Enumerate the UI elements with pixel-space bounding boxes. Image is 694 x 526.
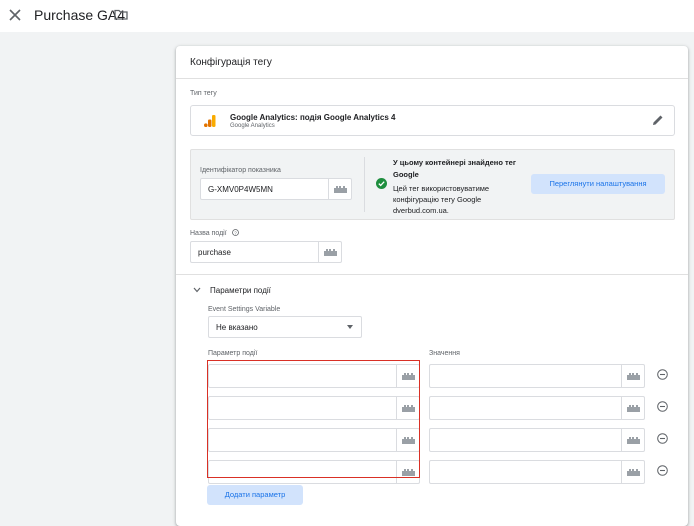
tag-type-name: Google Analytics: подія Google Analytics… [230,113,396,122]
divider [364,157,365,212]
param-value-field[interactable] [429,460,645,484]
card-title: Конфігурація тегу [190,57,272,68]
remove-row-icon[interactable] [657,433,668,444]
folder-icon[interactable] [114,9,128,20]
google-analytics-icon [204,115,216,127]
variable-icon [627,373,640,380]
dropdown-arrow-icon [347,325,353,329]
param-value-field[interactable] [429,364,645,388]
variable-picker-button[interactable] [318,242,341,262]
remove-row-icon[interactable] [657,465,668,476]
value-column-header: Значення [429,350,460,357]
tag-configuration-card: Конфігурація тегу Тип тегу Google Analyt… [176,46,688,526]
event-name-label: Назва події [190,230,227,237]
param-column-header: Параметр події [208,350,258,357]
variable-icon [324,249,337,256]
remove-row-icon[interactable] [657,369,668,380]
google-tag-found-description: Цей тег використовуватиме конфігурацію т… [393,184,490,215]
param-value-field[interactable] [429,428,645,452]
measurement-id-field[interactable]: G-XMV0P4W5MN [200,178,352,200]
variable-picker-button[interactable] [621,365,644,387]
variable-picker-button[interactable] [621,461,644,483]
event-parameters-title[interactable]: Параметри події [210,286,271,295]
page-title[interactable]: Purchase GA4 [34,7,125,23]
chevron-down-icon[interactable] [193,287,201,293]
event-settings-variable-value: Не вказано [216,323,258,332]
divider [176,274,688,275]
variable-icon [334,186,347,193]
svg-text:?: ? [234,230,237,235]
variable-picker-button[interactable] [621,397,644,419]
google-tag-found-title: У цьому контейнері знайдено тег Google [393,158,516,179]
measurement-id-label: Ідентифікатор показника [200,167,281,174]
variable-picker-button[interactable] [328,179,351,199]
highlight-box [207,360,420,478]
check-circle-icon [376,178,387,189]
remove-row-icon[interactable] [657,401,668,412]
tag-type-label: Тип тегу [190,90,217,97]
help-icon[interactable]: ? [232,229,239,236]
event-name-value: purchase [198,248,231,257]
variable-icon [627,437,640,444]
google-tag-box: Ідентифікатор показника G-XMV0P4W5MN У ц… [190,149,675,220]
event-name-field[interactable]: purchase [190,241,342,263]
variable-icon [627,405,640,412]
edit-icon[interactable] [652,114,664,126]
event-settings-variable-label: Event Settings Variable [208,306,281,313]
event-settings-variable-select[interactable]: Не вказано [208,316,362,338]
measurement-id-value: G-XMV0P4W5MN [208,185,273,194]
variable-icon [627,469,640,476]
view-settings-button[interactable]: Переглянути налаштування [531,174,665,194]
add-parameter-button[interactable]: Додати параметр [207,485,303,505]
variable-picker-button[interactable] [621,429,644,451]
tag-type-selector[interactable]: Google Analytics: подія Google Analytics… [190,105,675,136]
param-value-field[interactable] [429,396,645,420]
close-icon[interactable] [8,8,22,22]
tag-type-vendor: Google Analytics [230,123,275,129]
card-header: Конфігурація тегу [176,46,688,79]
top-bar: Purchase GA4 [0,0,694,32]
